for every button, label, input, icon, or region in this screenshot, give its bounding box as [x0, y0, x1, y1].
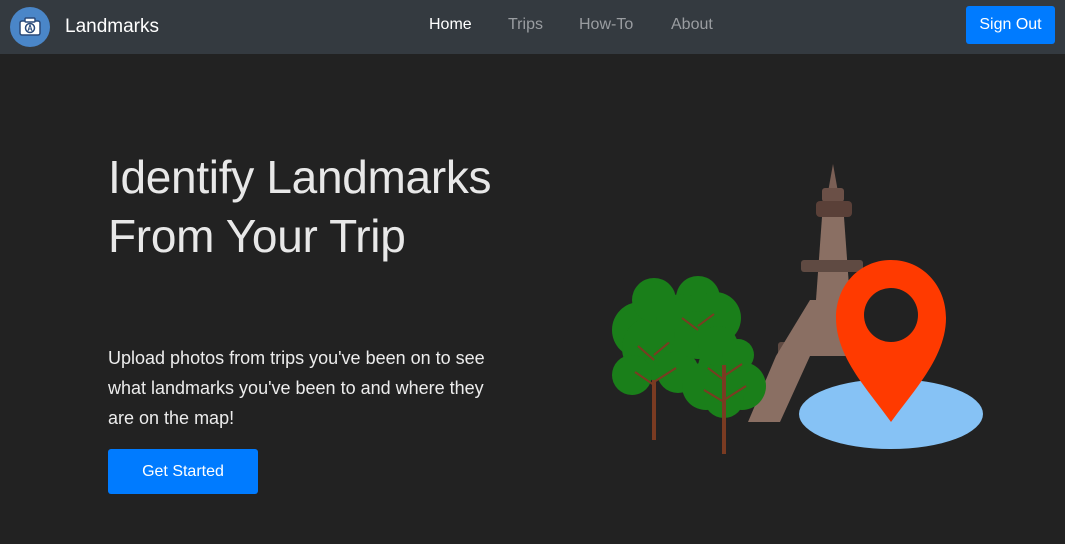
nav-item-how-to[interactable]: How-To — [579, 16, 633, 34]
nav-links: Home Trips How-To About — [0, 0, 1065, 54]
navbar: Landmarks Home Trips How-To About Sign O… — [0, 0, 1065, 54]
nav-item-about[interactable]: About — [671, 16, 713, 34]
nav-item-trips[interactable]: Trips — [508, 16, 543, 34]
sign-out-button[interactable]: Sign Out — [966, 6, 1055, 44]
hero-subtitle: Upload photos from trips you've been on … — [108, 348, 485, 428]
hero-illustration — [612, 164, 983, 454]
get-started-button[interactable]: Get Started — [108, 449, 258, 494]
nav-item-home[interactable]: Home — [429, 16, 472, 34]
hero-title: Identify Landmarks From Your Trip — [108, 151, 492, 262]
